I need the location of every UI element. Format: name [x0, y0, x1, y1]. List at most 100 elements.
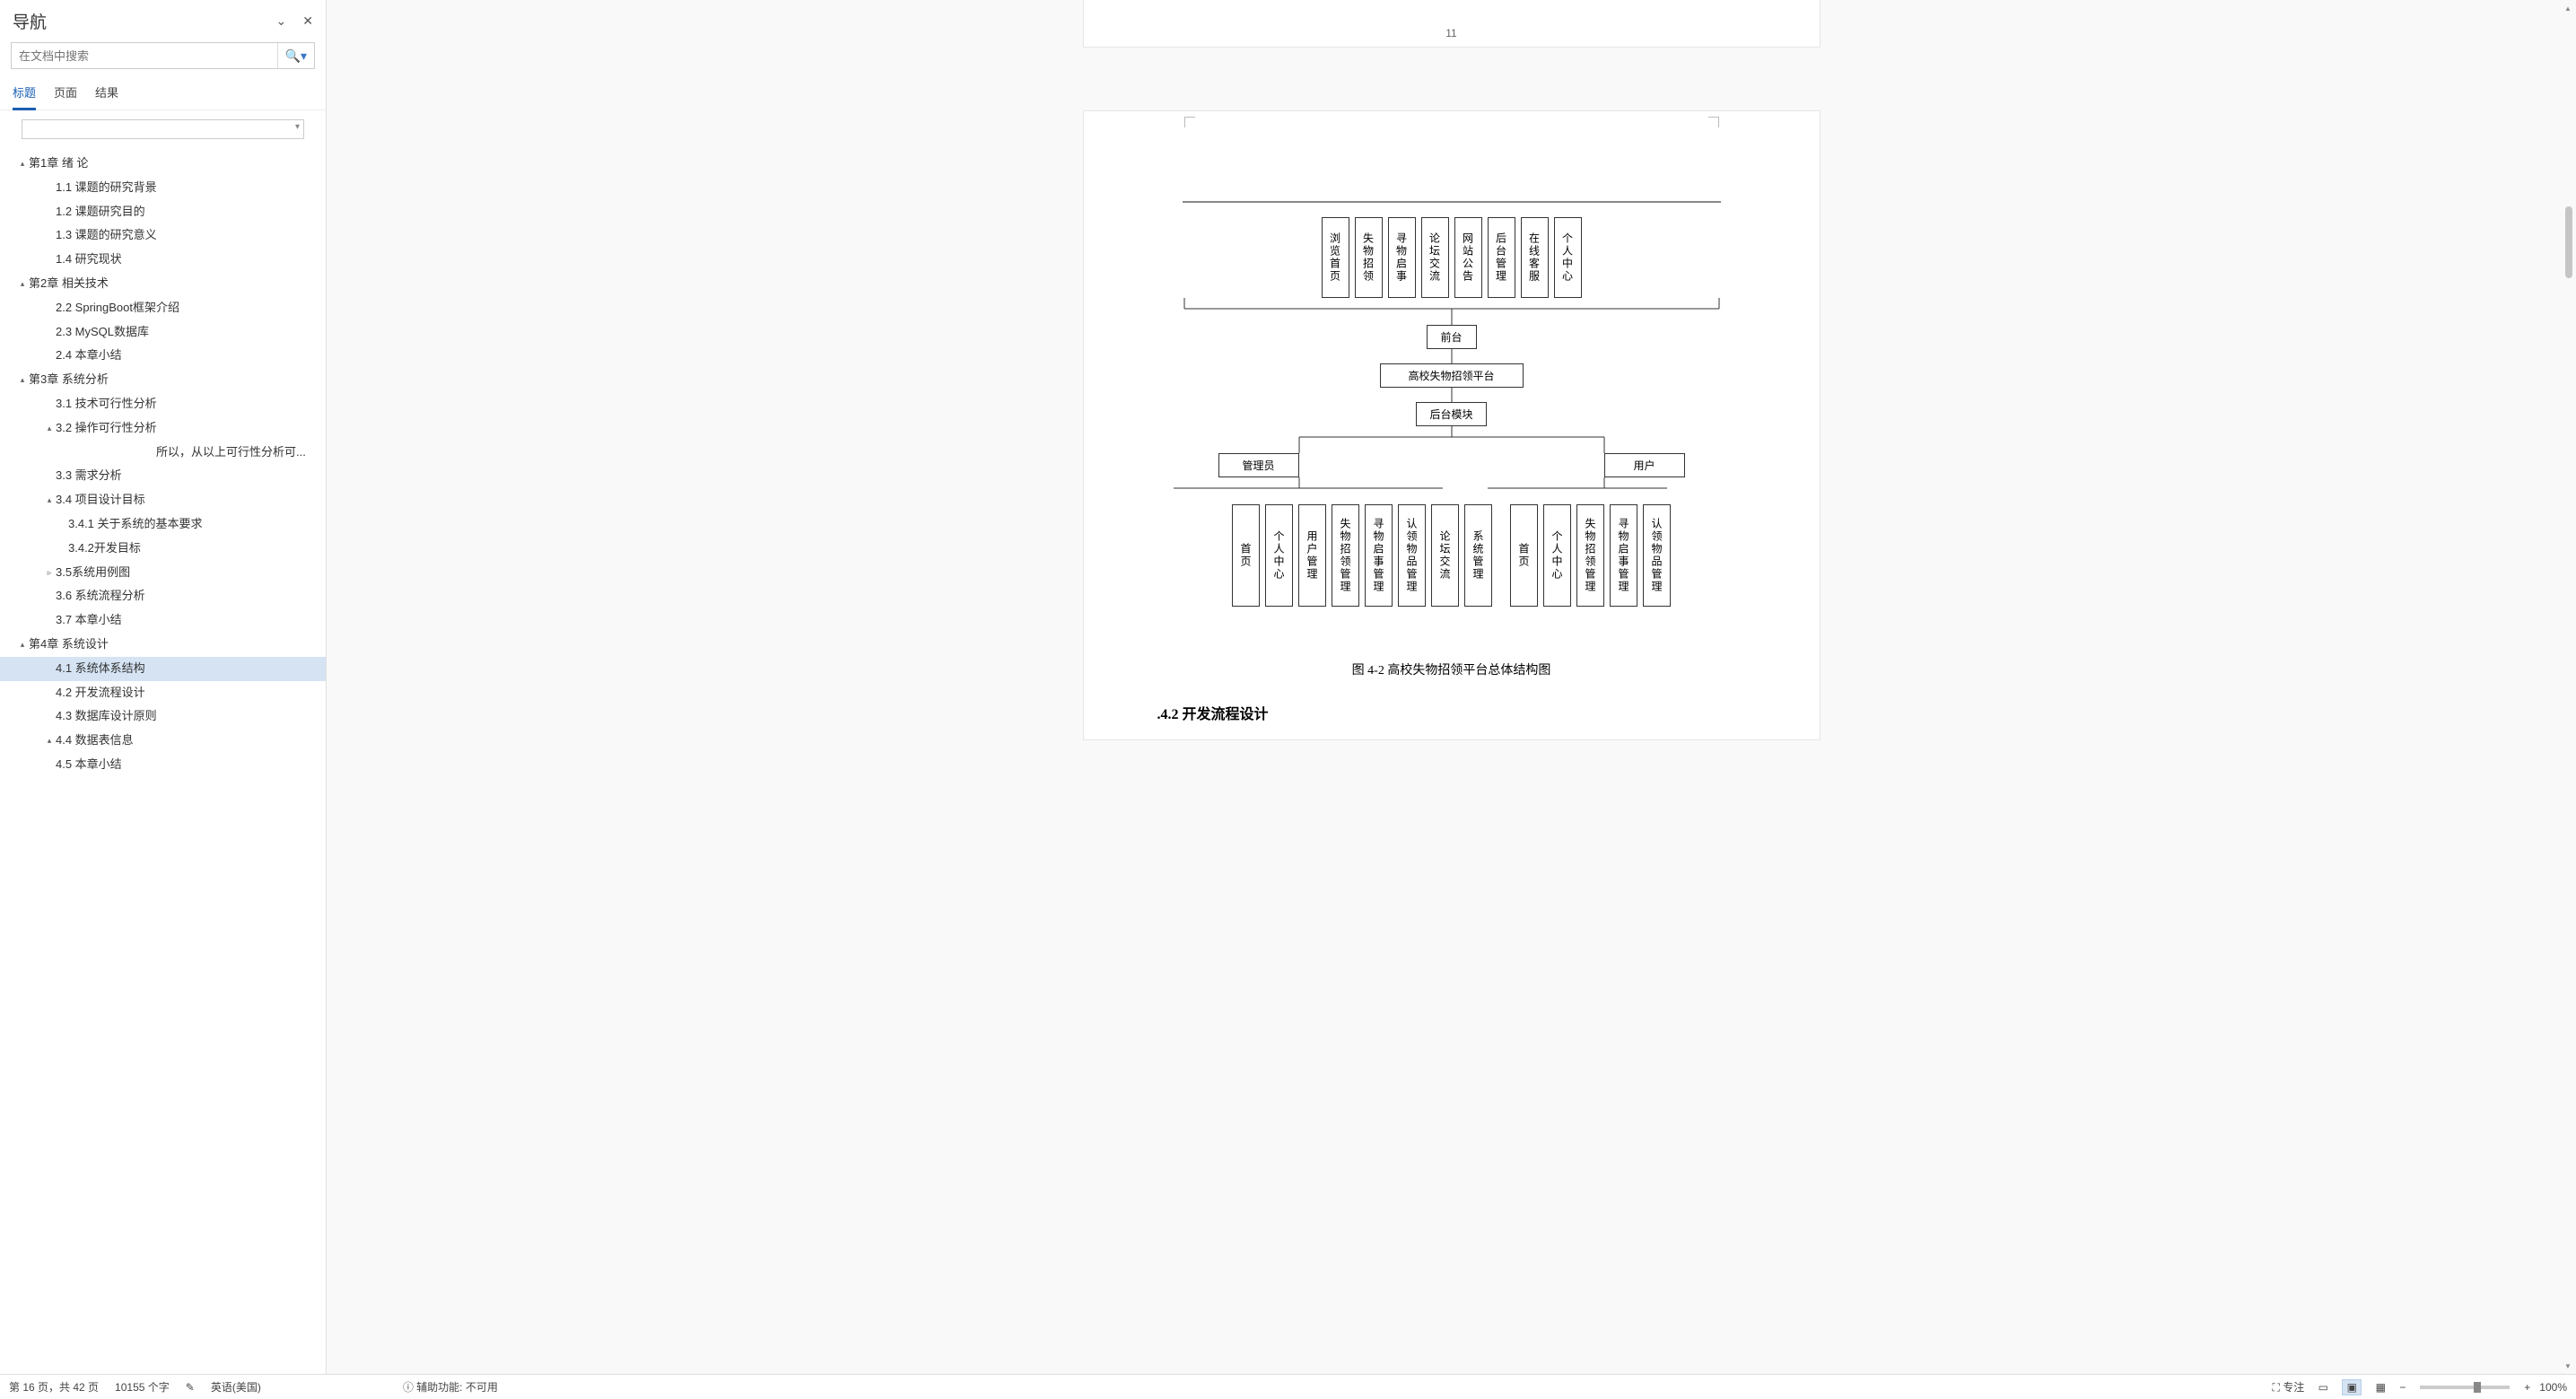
tree-item-label: 3.2 操作可行性分析: [56, 419, 157, 438]
diagram-node: 认领物品管理: [1398, 504, 1426, 607]
tree-item[interactable]: 4.1 系统体系结构: [0, 657, 326, 681]
tree-item[interactable]: 3.1 技术可行性分析: [0, 392, 326, 416]
accessibility-icon[interactable]: ⓘ 辅助功能: 不可用: [403, 1379, 498, 1395]
status-language[interactable]: 英语(美国): [211, 1379, 261, 1395]
scroll-up-icon[interactable]: ▲: [2560, 0, 2576, 16]
tree-item-label: 第3章 系统分析: [29, 371, 109, 389]
zoom-slider[interactable]: [2420, 1386, 2510, 1389]
tree-item-label: 3.7 本章小结: [56, 611, 122, 630]
diagram-box-backend: 后台模块: [1416, 402, 1486, 426]
search-input[interactable]: [12, 49, 277, 63]
vertical-scrollbar[interactable]: ▲ ▼: [2560, 0, 2576, 1374]
section-heading: .4.2 开发流程设计: [1156, 702, 1748, 723]
tree-item[interactable]: 2.2 SpringBoot框架介绍: [0, 296, 326, 320]
tree-item[interactable]: ▴第1章 绪 论: [0, 152, 326, 176]
status-word-count[interactable]: 10155 个字: [115, 1379, 170, 1395]
tree-toggle-icon[interactable]: ▴: [16, 373, 29, 386]
scroll-thumb[interactable]: [2565, 206, 2572, 278]
status-bar: 第 16 页，共 42 页 10155 个字 ✎ 英语(美国) ⓘ 辅助功能: …: [0, 1374, 2576, 1399]
tree-toggle-icon[interactable]: ▴: [43, 422, 56, 434]
tree-toggle-icon[interactable]: ▴: [16, 638, 29, 651]
tree-item-label: 1.1 课题的研究背景: [56, 179, 157, 197]
tab-results[interactable]: 结果: [95, 78, 118, 109]
tab-headings[interactable]: 标题: [13, 78, 36, 110]
zoom-out-button[interactable]: −: [2399, 1381, 2406, 1394]
print-layout-icon[interactable]: ▣: [2342, 1379, 2362, 1395]
tree-item[interactable]: 3.6 系统流程分析: [0, 584, 326, 608]
nav-filter-input[interactable]: [22, 119, 304, 139]
tree-item[interactable]: 所以，从以上可行性分析可...: [0, 441, 326, 465]
diagram-node: 寻物启事: [1388, 217, 1416, 298]
tree-item[interactable]: 4.2 开发流程设计: [0, 681, 326, 705]
close-icon[interactable]: ✕: [302, 13, 313, 29]
diagram-node: 失物招领: [1355, 217, 1383, 298]
structure-diagram: 浏览首页失物招领寻物启事论坛交流网站公告后台管理在线客服个人中心 前台 高校失物…: [1165, 201, 1739, 625]
status-page-info[interactable]: 第 16 页，共 42 页: [9, 1379, 99, 1395]
diagram-box-user: 用户: [1604, 453, 1685, 477]
nav-search[interactable]: 🔍▾: [11, 42, 315, 69]
diagram-node: 失物招领管理: [1576, 504, 1604, 607]
page-previous: 11: [1084, 0, 1820, 47]
spellcheck-icon[interactable]: ✎: [186, 1381, 195, 1394]
diagram-node: 在线客服: [1521, 217, 1549, 298]
search-icon[interactable]: 🔍▾: [277, 43, 314, 68]
tree-item[interactable]: ▴第4章 系统设计: [0, 633, 326, 657]
tree-item-label: 第2章 相关技术: [29, 275, 109, 293]
diagram-node: 认领物品管理: [1643, 504, 1671, 607]
tree-item[interactable]: 3.7 本章小结: [0, 608, 326, 633]
tree-item-label: 3.5系统用例图: [56, 564, 130, 582]
tree-item[interactable]: ▴3.2 操作可行性分析: [0, 416, 326, 441]
crop-mark-icon: [1708, 117, 1719, 127]
tree-toggle-icon[interactable]: ▴: [43, 734, 56, 747]
tree-item[interactable]: ▴3.4 项目设计目标: [0, 488, 326, 512]
collapse-icon[interactable]: ⌄: [276, 13, 287, 29]
diagram-node: 浏览首页: [1322, 217, 1349, 298]
diagram-box-platform: 高校失物招领平台: [1380, 363, 1524, 388]
tree-item[interactable]: 3.4.1 关于系统的基本要求: [0, 512, 326, 537]
tree-item-label: 3.4.2开发目标: [68, 539, 141, 558]
tree-item[interactable]: 4.5 本章小结: [0, 753, 326, 777]
tree-item-label: 4.1 系统体系结构: [56, 660, 145, 678]
diagram-node: 个人中心: [1554, 217, 1582, 298]
crop-mark-icon: [1184, 117, 1195, 127]
tree-item-label: 第1章 绪 论: [29, 154, 88, 173]
scroll-down-icon[interactable]: ▼: [2560, 1358, 2576, 1374]
diagram-node: 论坛交流: [1431, 504, 1459, 607]
zoom-in-button[interactable]: +: [2524, 1381, 2530, 1394]
web-layout-icon[interactable]: ▦: [2371, 1379, 2390, 1395]
diagram-node: 系统管理: [1464, 504, 1492, 607]
tab-pages[interactable]: 页面: [54, 78, 77, 109]
document-area: 11 浏览首页失物招领寻物启事论坛交流网站公告后台管理在线客服个人中心 前台: [327, 0, 2576, 1374]
diagram-node: 后台管理: [1488, 217, 1515, 298]
nav-tree: ▴第1章 绪 论1.1 课题的研究背景1.2 课题研究目的1.3 课题的研究意义…: [0, 146, 326, 1374]
diagram-box-front: 前台: [1427, 325, 1477, 349]
tree-toggle-icon[interactable]: ▴: [16, 277, 29, 290]
tree-item-label: 4.3 数据库设计原则: [56, 707, 157, 726]
diagram-node: 用户管理: [1298, 504, 1326, 607]
tree-item[interactable]: 1.4 研究现状: [0, 248, 326, 272]
tree-item[interactable]: 3.4.2开发目标: [0, 537, 326, 561]
tree-item[interactable]: ▴4.4 数据表信息: [0, 729, 326, 753]
tree-item[interactable]: 2.4 本章小结: [0, 344, 326, 368]
tree-item-label: 3.3 需求分析: [56, 467, 122, 485]
tree-toggle-icon[interactable]: ▴: [16, 157, 29, 170]
tree-item[interactable]: ▴第2章 相关技术: [0, 272, 326, 296]
tree-item[interactable]: 1.1 课题的研究背景: [0, 176, 326, 200]
focus-mode-button[interactable]: ⛶ 专注: [2273, 1379, 2305, 1395]
tree-toggle-icon[interactable]: ▴: [43, 494, 56, 506]
tree-item[interactable]: ▴第3章 系统分析: [0, 368, 326, 392]
tree-item[interactable]: 1.2 课题研究目的: [0, 200, 326, 224]
tree-item[interactable]: 4.3 数据库设计原则: [0, 704, 326, 729]
read-mode-icon[interactable]: ▭: [2313, 1379, 2333, 1395]
tree-item[interactable]: 2.3 MySQL数据库: [0, 320, 326, 345]
tree-item-label: 3.4 项目设计目标: [56, 491, 145, 510]
tree-item-label: 所以，从以上可行性分析可...: [156, 443, 306, 462]
tree-item[interactable]: 3.3 需求分析: [0, 464, 326, 488]
tree-item-label: 3.1 技术可行性分析: [56, 395, 157, 414]
tree-item[interactable]: 1.3 课题的研究意义: [0, 223, 326, 248]
tree-item-label: 4.5 本章小结: [56, 756, 122, 774]
tree-item-label: 2.3 MySQL数据库: [56, 323, 149, 342]
tree-toggle-icon[interactable]: ▹: [43, 566, 56, 579]
zoom-level[interactable]: 100%: [2539, 1381, 2567, 1394]
tree-item[interactable]: ▹3.5系统用例图: [0, 561, 326, 585]
